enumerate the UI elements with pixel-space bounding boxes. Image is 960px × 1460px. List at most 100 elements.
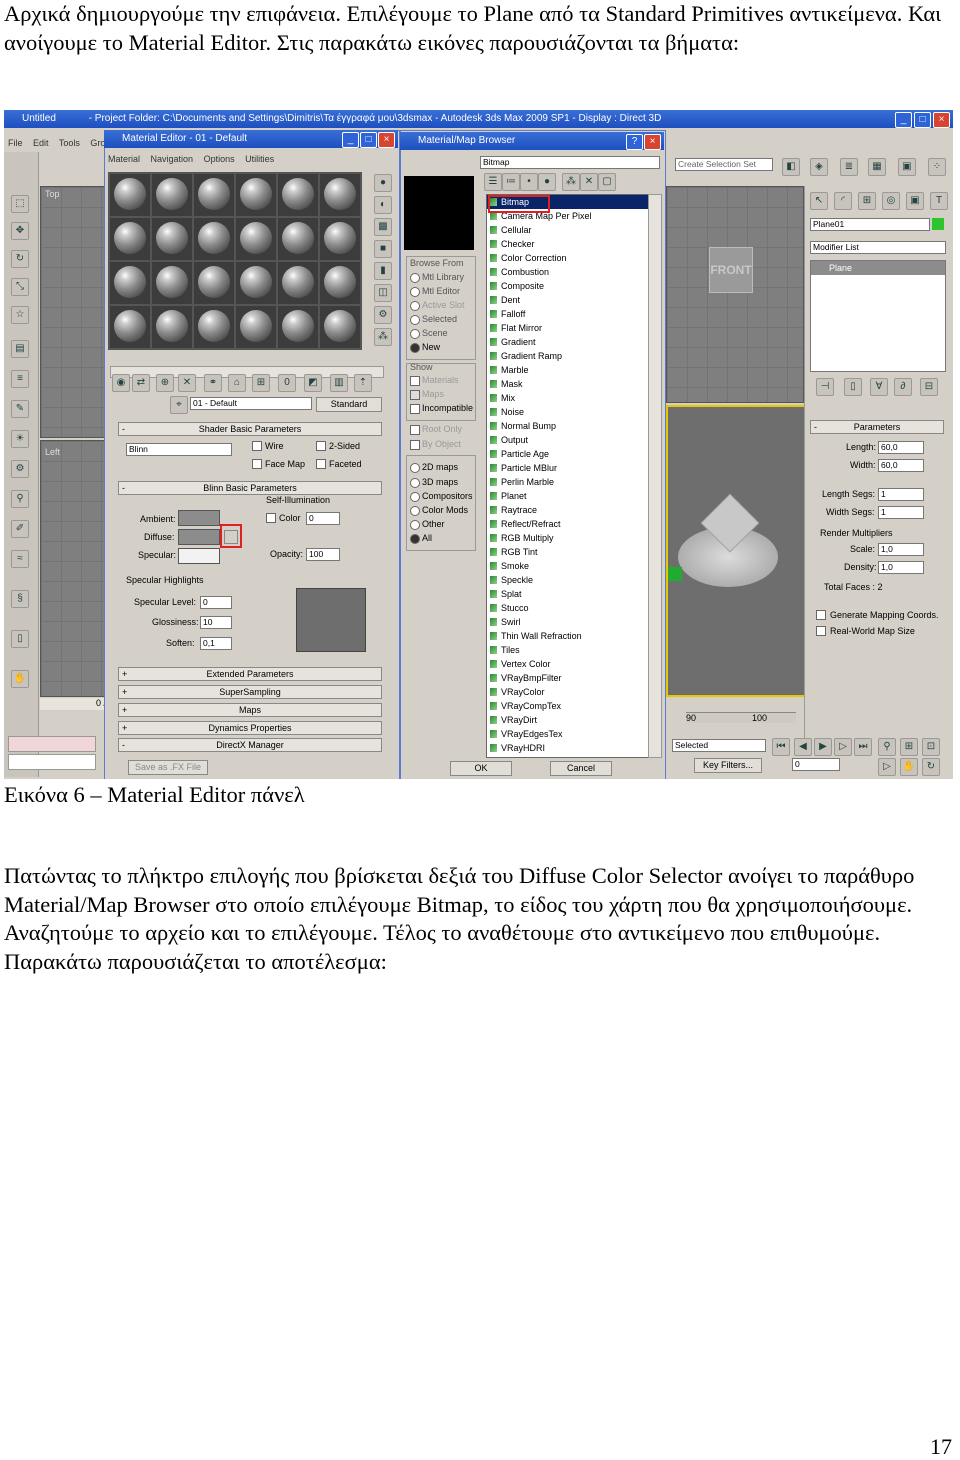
sample-slot[interactable] — [110, 306, 150, 348]
map-list-item[interactable]: Perlin Marble — [487, 475, 649, 489]
sample-slot[interactable] — [278, 218, 318, 260]
by-object-checkbox[interactable] — [410, 440, 420, 450]
zoom-icon[interactable]: ⚲ — [878, 738, 896, 756]
hand-icon[interactable]: ✋ — [11, 670, 29, 688]
map-list-item[interactable]: Raytrace — [487, 503, 649, 517]
real-world-checkbox[interactable] — [816, 626, 826, 636]
maps-rollout[interactable]: + Maps — [118, 703, 382, 717]
generate-mapping-checkbox[interactable] — [816, 610, 826, 620]
go-to-start-icon[interactable]: ⏮ — [772, 738, 790, 756]
blinn-rollout[interactable]: - Blinn Basic Parameters — [118, 481, 382, 495]
material-id-icon[interactable]: 0 — [278, 374, 296, 392]
map-list-item[interactable]: Composite — [487, 279, 649, 293]
shader-dropdown[interactable]: Blinn — [126, 443, 232, 456]
map-list-item[interactable]: Normal Bump — [487, 419, 649, 433]
map-list-item[interactable]: Gradient Ramp — [487, 349, 649, 363]
put-to-library-icon[interactable]: ⊞ — [252, 374, 270, 392]
sample-uv-icon[interactable]: ■ — [374, 240, 392, 258]
map-list-item[interactable]: Cellular — [487, 223, 649, 237]
maxscript-listener[interactable] — [8, 736, 96, 752]
extended-parameters-rollout[interactable]: + Extended Parameters — [118, 667, 382, 681]
show-end-icon[interactable]: ▥ — [330, 374, 348, 392]
bone-icon[interactable]: ⚲ — [11, 490, 29, 508]
faceted-checkbox[interactable] — [316, 459, 326, 469]
other-radio[interactable] — [410, 520, 420, 530]
sample-slot[interactable] — [236, 262, 276, 304]
opacity-field[interactable]: 100 — [306, 548, 340, 561]
map-list-item[interactable]: Output — [487, 433, 649, 447]
compositors-radio[interactable] — [410, 492, 420, 502]
pick-material-icon[interactable]: ⌖ — [170, 396, 188, 414]
wave-icon[interactable]: ≈ — [11, 550, 29, 568]
modifier-list-dropdown[interactable]: Modifier List — [810, 241, 946, 254]
scale-icon[interactable]: ⤡ — [11, 278, 29, 296]
frame-field[interactable]: 0 — [792, 758, 840, 771]
make-unique-mat-icon[interactable]: ⌂ — [228, 374, 246, 392]
map-list-item[interactable]: Noise — [487, 405, 649, 419]
close-button[interactable]: × — [933, 112, 950, 128]
map-list-item[interactable]: Checker — [487, 237, 649, 251]
material-name-field[interactable]: 01 - Default — [190, 397, 312, 410]
viewport-perspective[interactable] — [666, 405, 806, 697]
map-list-item[interactable]: VRayBmpFilter — [487, 671, 649, 685]
soften-field[interactable]: 0,1 — [200, 637, 232, 650]
sample-slot[interactable] — [236, 306, 276, 348]
make-copy-icon[interactable]: ⚭ — [204, 374, 222, 392]
lamp-icon[interactable]: ☀ — [11, 430, 29, 448]
mtl-editor-radio[interactable] — [410, 287, 420, 297]
map-list-item[interactable]: Combustion — [487, 265, 649, 279]
minimize-button[interactable]: _ — [895, 112, 912, 128]
sample-slot[interactable] — [236, 218, 276, 260]
sample-type-icon[interactable]: ● — [374, 174, 392, 192]
utilities-tab-icon[interactable]: T — [930, 192, 948, 210]
supersampling-rollout[interactable]: + SuperSampling — [118, 685, 382, 699]
map-list-item[interactable]: Flat Mirror — [487, 321, 649, 335]
schematic-icon[interactable]: ▣ — [898, 158, 916, 176]
self-illum-color-checkbox[interactable] — [266, 513, 276, 523]
video-check-icon[interactable]: ▮ — [374, 262, 392, 280]
menu-tools[interactable]: Tools — [59, 138, 80, 148]
menu-navigation[interactable]: Navigation — [151, 154, 194, 164]
options-icon[interactable]: ⚙ — [374, 306, 392, 324]
paint-icon[interactable]: ✐ — [11, 520, 29, 538]
go-to-parent-icon[interactable]: ⇡ — [354, 374, 372, 392]
menu-material[interactable]: Material — [108, 154, 140, 164]
view-large-icons-icon[interactable]: ● — [538, 173, 556, 191]
map-list-item[interactable]: VRayCompTex — [487, 699, 649, 713]
sample-slot[interactable] — [194, 174, 234, 216]
view-list-icon[interactable]: ☰ — [484, 173, 502, 191]
map-list-item[interactable]: Mix — [487, 391, 649, 405]
make-unique-icon[interactable]: ∀ — [870, 378, 888, 396]
material-editor-icon[interactable]: ⁘ — [928, 158, 946, 176]
help-button[interactable]: ? — [626, 134, 643, 150]
sample-slot[interactable] — [110, 218, 150, 260]
parameters-rollout[interactable]: - Parameters — [810, 420, 944, 434]
update-scene-icon[interactable]: ⁂ — [562, 173, 580, 191]
go-to-end-icon[interactable]: ⏭ — [854, 738, 872, 756]
show-end-result-icon[interactable]: ▯ — [844, 378, 862, 396]
specular-level-field[interactable]: 0 — [200, 596, 232, 609]
menu-file[interactable]: File — [8, 138, 23, 148]
sample-slot[interactable] — [152, 218, 192, 260]
length-segs-field[interactable]: 1 — [878, 488, 924, 501]
delete-icon[interactable]: ✕ — [580, 173, 598, 191]
menu-edit[interactable]: Edit — [33, 138, 49, 148]
pin-stack-icon[interactable]: ⊣ — [816, 378, 834, 396]
mat-maximize-button[interactable]: □ — [360, 132, 377, 148]
map-list-item[interactable]: VRayHDRI — [487, 741, 649, 755]
select-by-material-icon[interactable]: ⁂ — [374, 328, 392, 346]
maximize-button[interactable]: □ — [914, 112, 931, 128]
map-list-item[interactable]: Swirl — [487, 615, 649, 629]
map-list-item[interactable]: Thin Wall Refraction — [487, 629, 649, 643]
sample-slot[interactable] — [152, 174, 192, 216]
map-list-item[interactable]: Speckle — [487, 573, 649, 587]
root-only-checkbox[interactable] — [410, 425, 420, 435]
fov-icon[interactable]: ▷ — [878, 758, 896, 776]
map-list-scrollbar[interactable] — [648, 194, 662, 758]
pin-icon[interactable]: ☆ — [11, 306, 29, 324]
viewcube-front[interactable]: FRONT — [709, 247, 753, 293]
get-material-icon[interactable]: ◉ — [112, 374, 130, 392]
map-list-item[interactable]: Smoke — [487, 559, 649, 573]
mtl-library-radio[interactable] — [410, 273, 420, 283]
2d-maps-radio[interactable] — [410, 463, 420, 473]
